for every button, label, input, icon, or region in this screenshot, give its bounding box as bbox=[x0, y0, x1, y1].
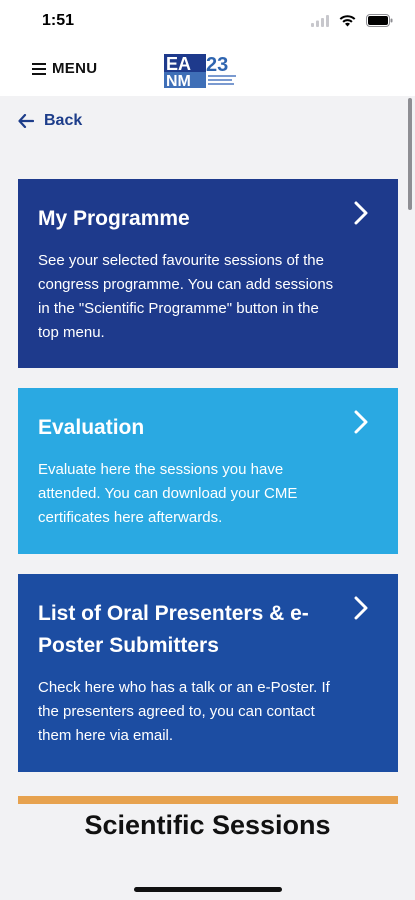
status-time: 1:51 bbox=[42, 12, 75, 29]
card-description: Check here who has a talk or an e-Poster… bbox=[38, 679, 330, 744]
presenters-list-card[interactable]: List of Oral Presenters & e-Poster Submi… bbox=[18, 574, 398, 772]
card-description: Evaluate here the sessions you have atte… bbox=[38, 461, 298, 526]
scrollbar[interactable] bbox=[408, 98, 412, 210]
section-title: Scientific Sessions bbox=[84, 810, 331, 840]
card-title: Evaluation bbox=[38, 416, 145, 439]
svg-text:23: 23 bbox=[206, 54, 228, 76]
chevron-right-icon bbox=[354, 201, 368, 225]
hamburger-icon bbox=[32, 62, 46, 75]
app-header: MENU EA NM 23 bbox=[0, 46, 415, 96]
my-programme-card[interactable]: My Programme See your selected favourite… bbox=[18, 179, 398, 368]
battery-icon bbox=[366, 14, 393, 27]
evaluation-card[interactable]: Evaluation Evaluate here the sessions yo… bbox=[18, 388, 398, 554]
eanm-logo: EA NM 23 bbox=[164, 50, 244, 97]
chevron-right-icon bbox=[354, 410, 368, 434]
status-icons bbox=[311, 14, 393, 27]
menu-button[interactable]: MENU bbox=[32, 60, 97, 77]
back-label: Back bbox=[44, 112, 83, 129]
back-button[interactable]: Back bbox=[18, 112, 82, 130]
next-card-edge[interactable] bbox=[18, 796, 398, 804]
menu-label: MENU bbox=[52, 60, 98, 77]
card-description: See your selected favourite sessions of … bbox=[38, 252, 334, 341]
chevron-right-icon bbox=[354, 596, 368, 620]
arrow-left-icon bbox=[18, 114, 34, 128]
card-title: List of Oral Presenters & e-Poster Submi… bbox=[38, 602, 309, 657]
status-bar: 1:51 bbox=[0, 0, 415, 46]
svg-text:EA: EA bbox=[166, 54, 191, 74]
home-indicator bbox=[134, 887, 282, 892]
card-title: My Programme bbox=[38, 207, 190, 230]
page-content: Back My Programme See your selected favo… bbox=[0, 96, 415, 900]
signal-icon bbox=[311, 14, 329, 27]
svg-text:NM: NM bbox=[166, 73, 191, 90]
wifi-icon bbox=[339, 14, 356, 26]
